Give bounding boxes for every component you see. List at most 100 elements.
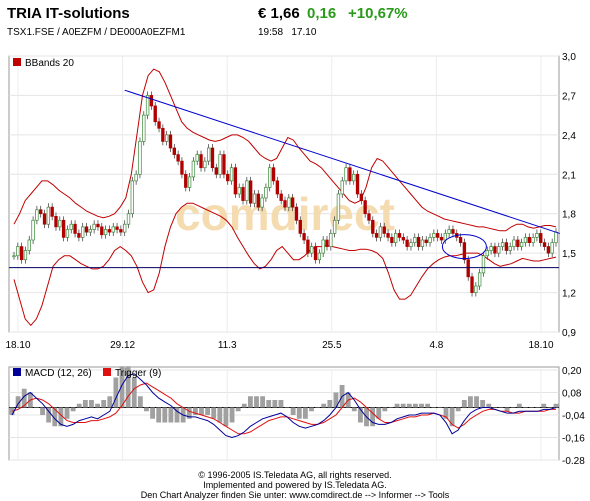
price-candle	[214, 167, 218, 175]
price-candle	[206, 147, 211, 162]
stock-identifiers: TSX1.FSE / A0EZFM / DE000A0EZFM1	[7, 27, 186, 38]
price-candle	[325, 239, 329, 247]
macd-histogram-bar	[70, 407, 76, 412]
price-candle	[355, 173, 360, 195]
macd-histogram-bar	[510, 407, 516, 408]
macd-histogram-bar	[64, 407, 70, 419]
price-candle	[489, 246, 493, 251]
macd-histogram-bar	[412, 403, 418, 408]
price-candle	[386, 233, 390, 238]
macd-legend-label: MACD (12, 26)	[25, 368, 92, 379]
price-candle	[191, 160, 196, 178]
macd-histogram-bar	[553, 403, 559, 408]
macd-histogram-bar	[437, 407, 443, 408]
price-candle	[310, 246, 314, 254]
macd-histogram-bar	[327, 400, 333, 408]
price-candle	[313, 246, 318, 261]
price-candle	[23, 250, 28, 261]
price-candle	[283, 200, 287, 208]
macd-histogram-bar	[260, 396, 266, 408]
macd-y-tick-label: -0,28	[562, 456, 585, 464]
macd-histogram-bar	[309, 407, 314, 412]
price-y-tick-label: 2,1	[562, 170, 576, 181]
price-candle	[424, 239, 428, 243]
price-candle	[248, 180, 253, 204]
price-candle	[245, 180, 249, 201]
price-candle	[382, 226, 386, 234]
footer-line-2: Implemented and powered by IS.Teledata A…	[203, 480, 387, 490]
quote-timestamp: 19:58 17.10	[258, 27, 316, 38]
price-candle	[504, 242, 509, 251]
price-candle	[184, 173, 188, 188]
price-candle	[187, 176, 192, 188]
macd-histogram-bar	[388, 407, 394, 408]
price-candle	[279, 193, 283, 201]
trigger-line	[11, 382, 556, 435]
macd-chart: 0,20 0,08 -0,04 -0,16 -0,28 MACD (12, 26) Tr…	[8, 366, 585, 464]
price-candle	[50, 206, 54, 217]
price-candle	[474, 285, 478, 293]
price-candle	[92, 223, 96, 230]
price-candle	[149, 95, 154, 107]
price-candle	[46, 206, 51, 225]
price-candle	[218, 154, 222, 175]
price-candle	[290, 197, 295, 208]
macd-histogram-bar	[89, 400, 94, 408]
price-candle	[413, 237, 417, 243]
price-candle	[84, 226, 89, 233]
macd-histogram-bar	[382, 407, 388, 412]
price-candle	[222, 154, 226, 175]
price-candle	[161, 127, 165, 142]
macd-histogram-bar	[131, 377, 137, 408]
footer-line-3: Den Chart Analyzer finden Sie unter: www…	[140, 490, 450, 500]
macd-histogram-bar	[150, 407, 156, 419]
macd-histogram-bar	[394, 403, 400, 408]
macd-y-tick-label: 0,08	[562, 389, 582, 400]
macd-histogram-bar	[266, 400, 272, 408]
price-candle	[126, 213, 131, 225]
macd-y-axis: 0,20 0,08 -0,04 -0,16 -0,28	[562, 366, 585, 464]
price-y-tick-label: 1,5	[562, 249, 576, 260]
price-candle	[458, 237, 463, 243]
price-candle	[73, 223, 77, 234]
price-x-axis: 18.10 29.12 11.3 25.5 4.8 18.10	[5, 340, 553, 351]
price-candle	[31, 219, 35, 241]
trigger-legend-swatch	[103, 368, 111, 376]
macd-histogram-bar	[302, 407, 308, 419]
macd-histogram-bar	[247, 396, 253, 408]
quote-date: 17.10	[291, 27, 317, 38]
price-candle	[462, 242, 467, 261]
price-x-tick-label: 18.10	[528, 340, 553, 351]
macd-histogram-bar	[199, 407, 204, 415]
macd-histogram-bar	[278, 400, 284, 408]
macd-histogram-bar	[272, 400, 278, 408]
macd-y-tick-label: 0,20	[562, 366, 582, 377]
price-candle	[451, 229, 455, 234]
price-candle	[35, 209, 39, 221]
price-candle	[390, 237, 394, 243]
price-candle	[100, 226, 104, 236]
macd-histogram-bar	[290, 407, 296, 415]
macd-histogram-bar	[321, 403, 327, 408]
price-candle	[61, 219, 66, 238]
price-candle	[306, 239, 310, 254]
price-candle	[500, 242, 505, 247]
quote-time: 19:58	[258, 27, 284, 38]
price-candle	[329, 233, 333, 247]
price-candle	[164, 134, 169, 142]
macd-histogram-bar	[541, 403, 547, 408]
macd-histogram-bar	[529, 407, 534, 408]
price-candle	[516, 239, 520, 247]
macd-histogram-bar	[217, 407, 223, 423]
price-candle	[374, 233, 379, 238]
price-candle	[485, 250, 489, 257]
price-candle	[176, 154, 180, 162]
price-candle	[531, 237, 535, 243]
price-candle	[69, 223, 73, 230]
price-candle	[542, 242, 547, 247]
macd-histogram-bar	[449, 407, 455, 427]
macd-histogram-bar	[455, 407, 461, 412]
price-candle	[439, 237, 444, 241]
price-candle	[332, 219, 337, 234]
macd-histogram-bar	[144, 407, 149, 412]
